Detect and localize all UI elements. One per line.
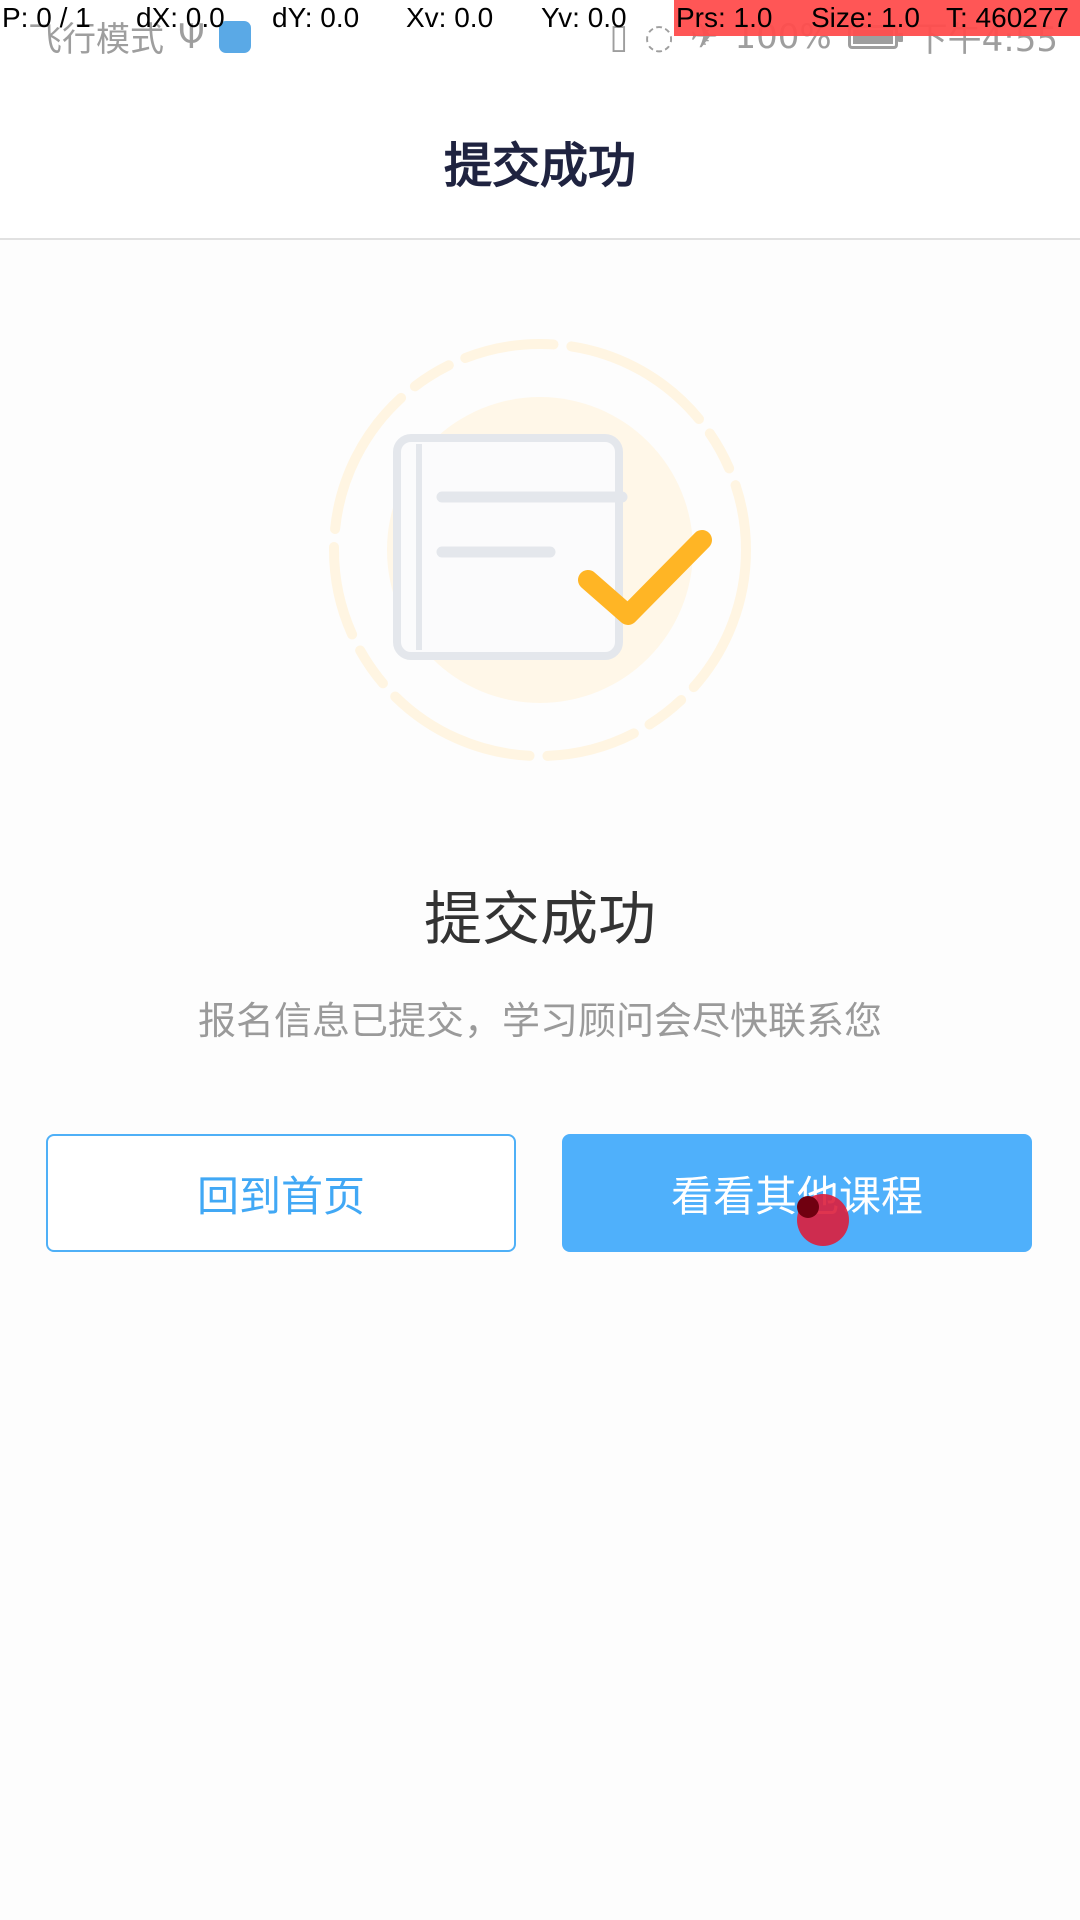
debug-prs: Prs: 1.0 <box>676 2 773 33</box>
page-title: 提交成功 <box>443 138 636 194</box>
nav-bar: 提交成功 <box>0 56 1080 240</box>
document-checkmark-icon <box>329 339 751 761</box>
back-to-home-label: 回到首页 <box>196 1171 365 1221</box>
debug-size: Size: 1.0 <box>811 2 920 33</box>
touch-indicator-core <box>797 1196 819 1218</box>
pointer-debug-overlay: P: 0 / 1 dX: 0.0 dY: 0.0 Xv: 0.0 Yv: 0.0… <box>0 0 1080 38</box>
debug-time: T: 460277 <box>946 2 1069 33</box>
debug-pointer: P: 0 / 1 <box>2 2 91 33</box>
success-title: 提交成功 <box>423 885 656 953</box>
back-to-home-button[interactable]: 回到首页 <box>46 1134 516 1252</box>
debug-xv: Xv: 0.0 <box>406 2 494 33</box>
debug-yv: Yv: 0.0 <box>541 2 627 33</box>
debug-dx: dX: 0.0 <box>136 2 225 33</box>
view-other-courses-button[interactable]: 看看其他课程 <box>562 1134 1032 1252</box>
success-description: 报名信息已提交，学习顾问会尽快联系您 <box>197 999 882 1043</box>
submit-success-screen: 飞行模式 Ψ ▯ ◌ ✈ 100% 下午4:55 P: 0 / 1 dX: 0.… <box>0 0 1080 1920</box>
debug-dy: dY: 0.0 <box>272 2 360 33</box>
